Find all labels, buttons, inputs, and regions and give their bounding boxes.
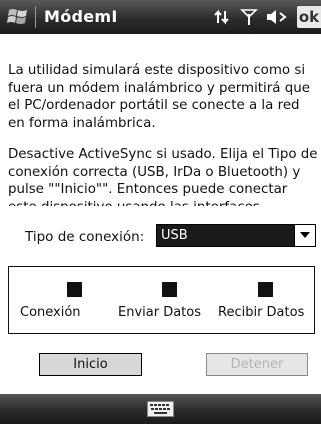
description-paragraph-1: La utilidad simulará este dispositivo co… xyxy=(8,63,310,131)
receive-data-indicator-label: Recibir Datos xyxy=(218,305,305,320)
dropdown-arrow-icon[interactable] xyxy=(294,225,315,246)
status-panel xyxy=(8,266,315,334)
connection-indicator-label: Conexión xyxy=(20,305,81,320)
keyboard-icon[interactable] xyxy=(147,401,174,421)
start-button[interactable]: Inicio xyxy=(39,353,142,376)
send-data-indicator-label: Enviar Datos xyxy=(118,305,202,320)
title-bar: MódemI ok xyxy=(0,0,321,34)
title-separator xyxy=(35,6,36,28)
stop-button[interactable]: Detener xyxy=(206,353,308,376)
windows-start-icon[interactable] xyxy=(6,6,30,28)
connection-type-label: Tipo de conexión: xyxy=(25,229,145,245)
description-paragraph-2: Desactive ActiveSync si usado. Elija el … xyxy=(8,147,318,206)
send-data-led-indicator xyxy=(162,282,177,297)
receive-data-led-indicator xyxy=(258,282,273,297)
connection-type-select[interactable]: USB xyxy=(156,224,316,247)
connection-led-indicator xyxy=(67,282,82,297)
signal-icon[interactable] xyxy=(240,6,258,28)
connectivity-icon[interactable] xyxy=(212,6,232,28)
connection-type-value: USB xyxy=(161,228,188,243)
volume-icon[interactable] xyxy=(264,6,290,28)
window-title: MódemI xyxy=(44,7,118,26)
ok-button[interactable]: ok xyxy=(297,6,321,28)
